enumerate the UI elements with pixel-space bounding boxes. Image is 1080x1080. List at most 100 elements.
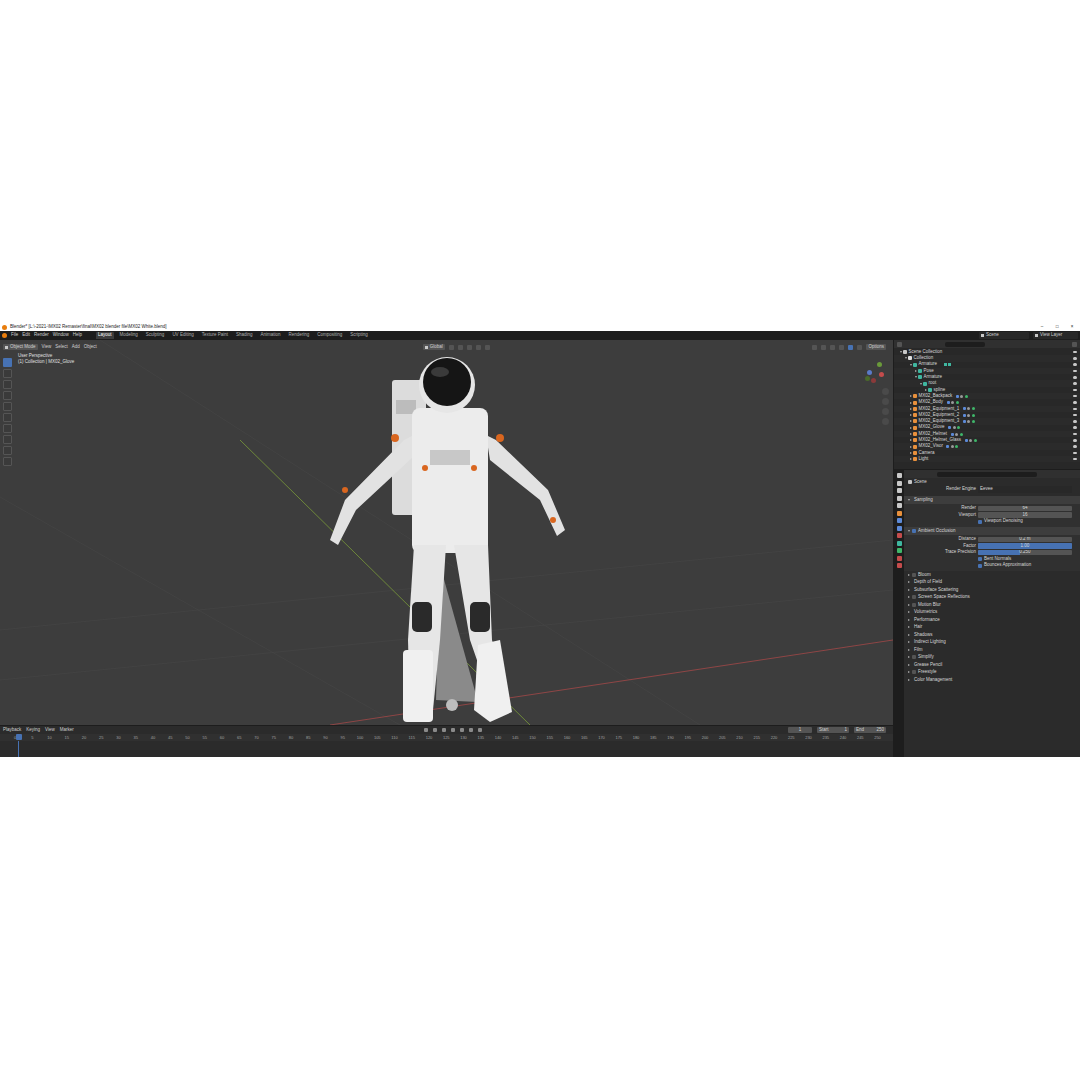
panel-header[interactable]: Screen Space Reflections: [904, 594, 1080, 602]
workspace-tab[interactable]: Animation: [258, 332, 282, 339]
visibility-eye-icon[interactable]: [1073, 439, 1077, 442]
mesh-icon[interactable]: [913, 426, 917, 430]
visibility-eye-icon[interactable]: [1073, 357, 1077, 360]
outliner-label[interactable]: Pose: [924, 369, 934, 374]
mesh-icon[interactable]: [913, 445, 917, 449]
modifier-icon[interactable]: [963, 420, 966, 423]
axis-icon[interactable]: [877, 362, 882, 367]
pose-icon[interactable]: [918, 369, 922, 373]
expand-arrow-icon[interactable]: [915, 376, 917, 378]
panel-arrow-icon[interactable]: [908, 679, 910, 681]
visibility-eye-icon[interactable]: [1073, 363, 1077, 366]
properties-tab-icon[interactable]: [897, 533, 902, 538]
checkbox[interactable]: [978, 557, 982, 561]
panel-arrow-icon[interactable]: [908, 574, 910, 576]
visibility-eye-icon[interactable]: [1073, 351, 1077, 354]
visibility-eye-icon[interactable]: [1073, 382, 1077, 385]
viewport-menu[interactable]: View: [42, 345, 52, 350]
panel-title[interactable]: Simplify: [918, 655, 934, 660]
panel-header[interactable]: Grease Pencil: [904, 661, 1080, 669]
panel-title[interactable]: Indirect Lighting: [914, 640, 946, 645]
shading-icon[interactable]: [839, 345, 844, 350]
playback-icon[interactable]: [478, 728, 482, 732]
visibility-eye-icon[interactable]: [1073, 426, 1077, 429]
panel-title[interactable]: Grease Pencil: [914, 663, 942, 668]
display-mode-icon[interactable]: [897, 342, 902, 347]
mesh-icon[interactable]: [913, 413, 917, 417]
material-icon[interactable]: [974, 439, 977, 442]
panel-header[interactable]: Hair: [904, 624, 1080, 632]
window-control[interactable]: –: [1036, 325, 1048, 330]
render-engine-dropdown[interactable]: Eevee: [978, 486, 1072, 493]
outliner-label[interactable]: MX02_Equipment_2: [919, 413, 960, 418]
panel-header[interactable]: Performance: [904, 616, 1080, 624]
menu-item[interactable]: Window: [53, 333, 69, 338]
expand-arrow-icon[interactable]: [905, 357, 907, 359]
expand-arrow-icon[interactable]: [910, 439, 912, 441]
snap-icon[interactable]: [476, 345, 481, 350]
mesh-icon[interactable]: [913, 438, 917, 442]
expand-arrow-icon[interactable]: [910, 364, 912, 366]
panel-title[interactable]: Film: [914, 648, 923, 653]
bone-icon[interactable]: [923, 382, 927, 386]
panel-title[interactable]: Volumetrics: [914, 610, 937, 615]
properties-tab-icon[interactable]: [897, 496, 902, 501]
viewport-menu[interactable]: Add: [72, 345, 80, 350]
checkbox-label[interactable]: Bounces Approximation: [984, 563, 1031, 568]
workspace-tab[interactable]: Shading: [234, 332, 255, 339]
data-icon[interactable]: [960, 395, 963, 398]
expand-arrow-icon[interactable]: [910, 433, 912, 435]
panel-arrow-icon[interactable]: [908, 641, 910, 643]
axis-icon[interactable]: [871, 378, 876, 383]
scene-icon[interactable]: [908, 480, 912, 484]
shading-icon[interactable]: [821, 345, 826, 350]
timeline-menu[interactable]: View: [45, 728, 55, 733]
outliner-label[interactable]: Camera: [919, 451, 935, 456]
outliner-label[interactable]: MX02_Helmet: [919, 432, 948, 437]
shading-icon[interactable]: [848, 345, 853, 350]
workspace-tab[interactable]: Layout: [96, 332, 114, 339]
properties-tab-icon[interactable]: [897, 503, 902, 508]
expand-arrow-icon[interactable]: [910, 452, 912, 454]
tool-icon[interactable]: [3, 424, 12, 433]
material-icon[interactable]: [955, 445, 958, 448]
material-icon[interactable]: [960, 433, 963, 436]
viewport-menu[interactable]: Object: [84, 345, 97, 350]
number-field[interactable]: 16: [978, 512, 1072, 518]
properties-tab-icon[interactable]: [897, 563, 902, 568]
checkbox-label[interactable]: Bent Normals: [984, 557, 1011, 562]
checkbox-label[interactable]: Viewport Denoising: [984, 519, 1023, 524]
panel-arrow-icon[interactable]: [908, 499, 910, 501]
modifier-icon[interactable]: [947, 401, 950, 404]
playback-icon[interactable]: [469, 728, 473, 732]
number-field[interactable]: 64: [978, 506, 1072, 512]
window-control[interactable]: □: [1051, 325, 1063, 330]
start-value[interactable]: 1: [844, 728, 847, 733]
data-icon[interactable]: [967, 407, 970, 410]
visibility-eye-icon[interactable]: [1073, 376, 1077, 379]
field-value[interactable]: 1.00: [978, 543, 1072, 549]
panel-header[interactable]: Film: [904, 646, 1080, 654]
outliner-label[interactable]: Collection: [914, 356, 934, 361]
data-icon[interactable]: [967, 420, 970, 423]
filter-icon[interactable]: [1072, 342, 1077, 347]
outliner[interactable]: Scene CollectionCollectionArmaturePoseAr…: [894, 340, 1080, 470]
expand-arrow-icon[interactable]: [900, 351, 902, 353]
playhead-marker[interactable]: [16, 734, 22, 740]
material-icon[interactable]: [972, 420, 975, 423]
blender-logo-icon[interactable]: [2, 333, 7, 338]
mesh-icon[interactable]: [913, 432, 917, 436]
snap-icon[interactable]: [485, 345, 490, 350]
outliner-label[interactable]: Armature: [924, 375, 943, 380]
axis-icon[interactable]: [867, 370, 872, 375]
panel-arrow-icon[interactable]: [908, 619, 910, 621]
workspace-tab[interactable]: Compositing: [315, 332, 344, 339]
properties-tab-icon[interactable]: [897, 518, 902, 523]
panel-arrow-icon[interactable]: [908, 530, 910, 532]
outliner-label[interactable]: spline: [934, 388, 946, 393]
panel-title[interactable]: Motion Blur: [918, 603, 941, 608]
data-icon[interactable]: [969, 439, 972, 442]
panel-arrow-icon[interactable]: [908, 649, 910, 651]
frame-ruler[interactable]: 0510152025303540455055606570758085909510…: [0, 734, 893, 741]
panel-checkbox[interactable]: [912, 603, 916, 607]
